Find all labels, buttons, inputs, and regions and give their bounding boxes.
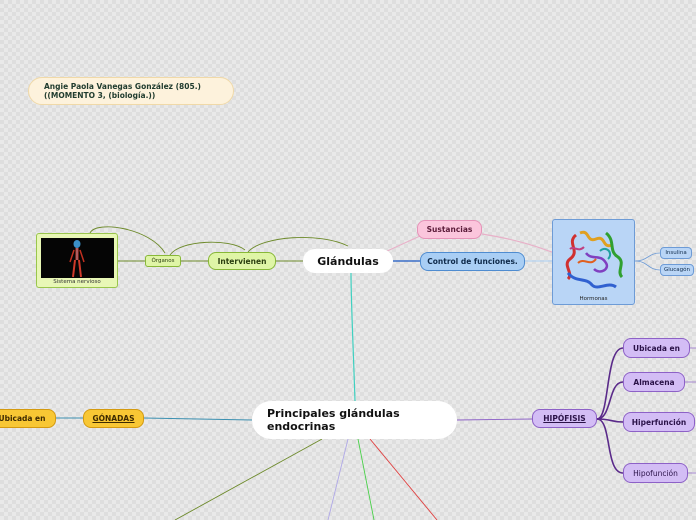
topic-gonadas-ubicada-en-label: Ubicada en	[0, 414, 46, 423]
author-note[interactable]: Angie Paola Vanegas González (805.) ((MO…	[28, 77, 234, 105]
topic-insulina[interactable]: Insulina	[660, 247, 692, 259]
topic-glandulas[interactable]: Glándulas	[303, 249, 393, 273]
hormone-protein-image	[556, 223, 631, 293]
topic-insulina-label: Insulina	[665, 250, 687, 256]
nervous-system-image	[41, 238, 114, 278]
hormonas-caption: Hormonas	[579, 296, 608, 302]
topic-glucagon[interactable]: Glucagón	[660, 264, 694, 276]
topic-hipofisis[interactable]: HIPÓFISIS	[532, 409, 597, 428]
topic-hipofisis-hiperfuncion-label: Hiperfunción	[631, 417, 687, 427]
topic-sistema-nervioso[interactable]: Sistema nervioso	[36, 233, 118, 288]
topic-hipofisis-ubicada-en-label: Ubicada en	[632, 343, 680, 353]
topic-gonadas-ubicada-en[interactable]: Ubicada en	[0, 409, 56, 428]
author-note-line1: Angie Paola Vanegas González (805.)	[44, 82, 201, 91]
topic-glucagon-label: Glucagón	[663, 267, 690, 273]
topic-hipofisis-almacena[interactable]: Almacena	[623, 372, 685, 392]
topic-hipofisis-label: HIPÓFISIS	[543, 414, 586, 423]
topic-sustancias-label: Sustancias	[426, 225, 473, 234]
topic-hipofisis-hipofuncion[interactable]: Hipofunción	[623, 463, 688, 483]
root-topic-line2: endocrinas	[267, 420, 336, 433]
topic-control-funciones-label: Control de funciones.	[427, 257, 518, 266]
topic-gonadas[interactable]: GÓNADAS	[83, 409, 144, 428]
root-topic[interactable]: Principales glándulas endocrinas	[252, 401, 457, 439]
topic-gonadas-label: GÓNADAS	[92, 414, 135, 423]
topic-control-funciones[interactable]: Control de funciones.	[420, 252, 525, 271]
author-note-line2: ((MOMENTO 3, (biología.))	[44, 91, 156, 100]
topic-hipofisis-ubicada-en[interactable]: Ubicada en	[623, 338, 690, 358]
topic-hormonas[interactable]: Hormonas	[552, 219, 635, 305]
topic-intervienen[interactable]: Intervienen	[208, 252, 276, 270]
topic-organos[interactable]: Órganos	[145, 255, 181, 267]
topic-hipofisis-hiperfuncion[interactable]: Hiperfunción	[623, 412, 695, 432]
topic-hipofisis-hipofuncion-label: Hipofunción	[633, 468, 678, 478]
topic-glandulas-label: Glándulas	[317, 254, 379, 268]
topic-organos-label: Órganos	[151, 258, 175, 264]
topic-sustancias[interactable]: Sustancias	[417, 220, 482, 239]
sistema-nervioso-caption: Sistema nervioso	[53, 279, 101, 285]
topic-intervienen-label: Intervienen	[217, 256, 267, 266]
root-topic-line1: Principales glándulas	[267, 407, 400, 420]
topic-hipofisis-almacena-label: Almacena	[633, 377, 675, 387]
